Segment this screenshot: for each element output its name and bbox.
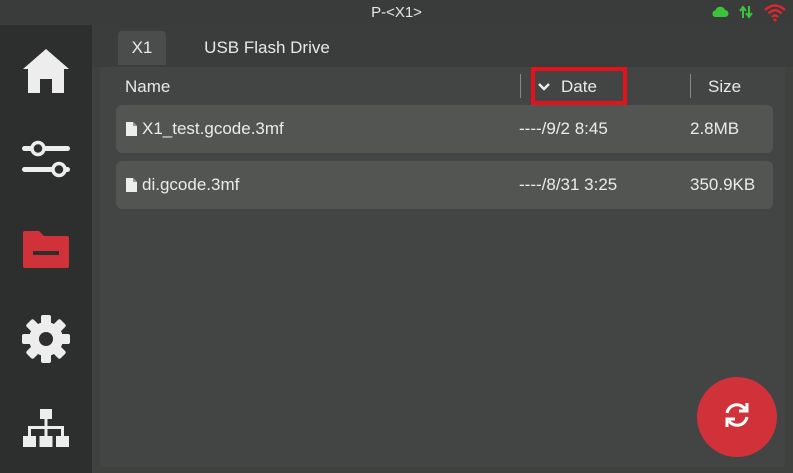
file-row[interactable]: di.gcode.3mf ----/8/31 3:25 350.9KB <box>116 161 773 209</box>
file-row[interactable]: X1_test.gcode.3mf ----/9/2 8:45 2.8MB <box>116 105 773 153</box>
file-date: ----/8/31 3:25 <box>519 175 618 194</box>
transfer-icon <box>739 4 753 20</box>
refresh-button[interactable] <box>697 377 777 457</box>
file-size: 2.8MB <box>690 119 740 138</box>
storage-tabs: X1 USB Flash Drive <box>92 25 793 67</box>
folder-icon <box>21 229 71 274</box>
file-date: ----/9/2 8:45 <box>519 119 608 138</box>
sidebar-item-network[interactable] <box>0 391 92 471</box>
printer-title: P-<X1> <box>371 4 422 21</box>
file-name-cell: X1_test.gcode.3mf <box>126 105 284 153</box>
cloud-icon <box>711 5 729 19</box>
sort-highlight-box <box>531 67 627 105</box>
tab-x1[interactable]: X1 <box>118 31 166 65</box>
sidebar-item-controls[interactable] <box>0 121 92 201</box>
file-name: X1_test.gcode.3mf <box>142 119 284 138</box>
column-header-size[interactable]: Size <box>708 69 741 105</box>
wifi-icon <box>763 2 787 22</box>
file-browser: X1 USB Flash Drive Name Date Size X1_tes… <box>92 25 793 473</box>
file-size: 350.9KB <box>690 175 756 194</box>
network-icon <box>22 407 70 456</box>
file-icon <box>126 122 137 136</box>
status-bar: P-<X1> <box>0 0 793 25</box>
status-icons <box>711 2 787 22</box>
file-icon <box>126 178 137 192</box>
refresh-icon <box>723 401 751 434</box>
sliders-icon <box>20 138 72 185</box>
column-header-label: Size <box>708 77 742 96</box>
column-divider <box>520 74 521 98</box>
tab-label: USB Flash Drive <box>204 38 330 57</box>
file-name: di.gcode.3mf <box>142 175 240 194</box>
tab-usb-flash-drive[interactable]: USB Flash Drive <box>192 31 342 65</box>
column-divider <box>690 74 691 98</box>
file-name-cell: di.gcode.3mf <box>126 161 239 209</box>
sidebar-item-home[interactable] <box>0 33 92 113</box>
column-header-name[interactable]: Name <box>125 69 170 105</box>
sidebar-item-settings[interactable] <box>0 301 92 381</box>
gear-icon <box>21 314 71 369</box>
file-list-panel: Name Date Size X1_test.gcode.3mf ----/9/… <box>100 67 785 467</box>
sidebar-item-files[interactable] <box>0 211 92 291</box>
home-icon <box>21 47 71 100</box>
tab-label: X1 <box>131 38 153 57</box>
sidebar <box>0 25 92 473</box>
column-header-label: Name <box>125 77 171 96</box>
